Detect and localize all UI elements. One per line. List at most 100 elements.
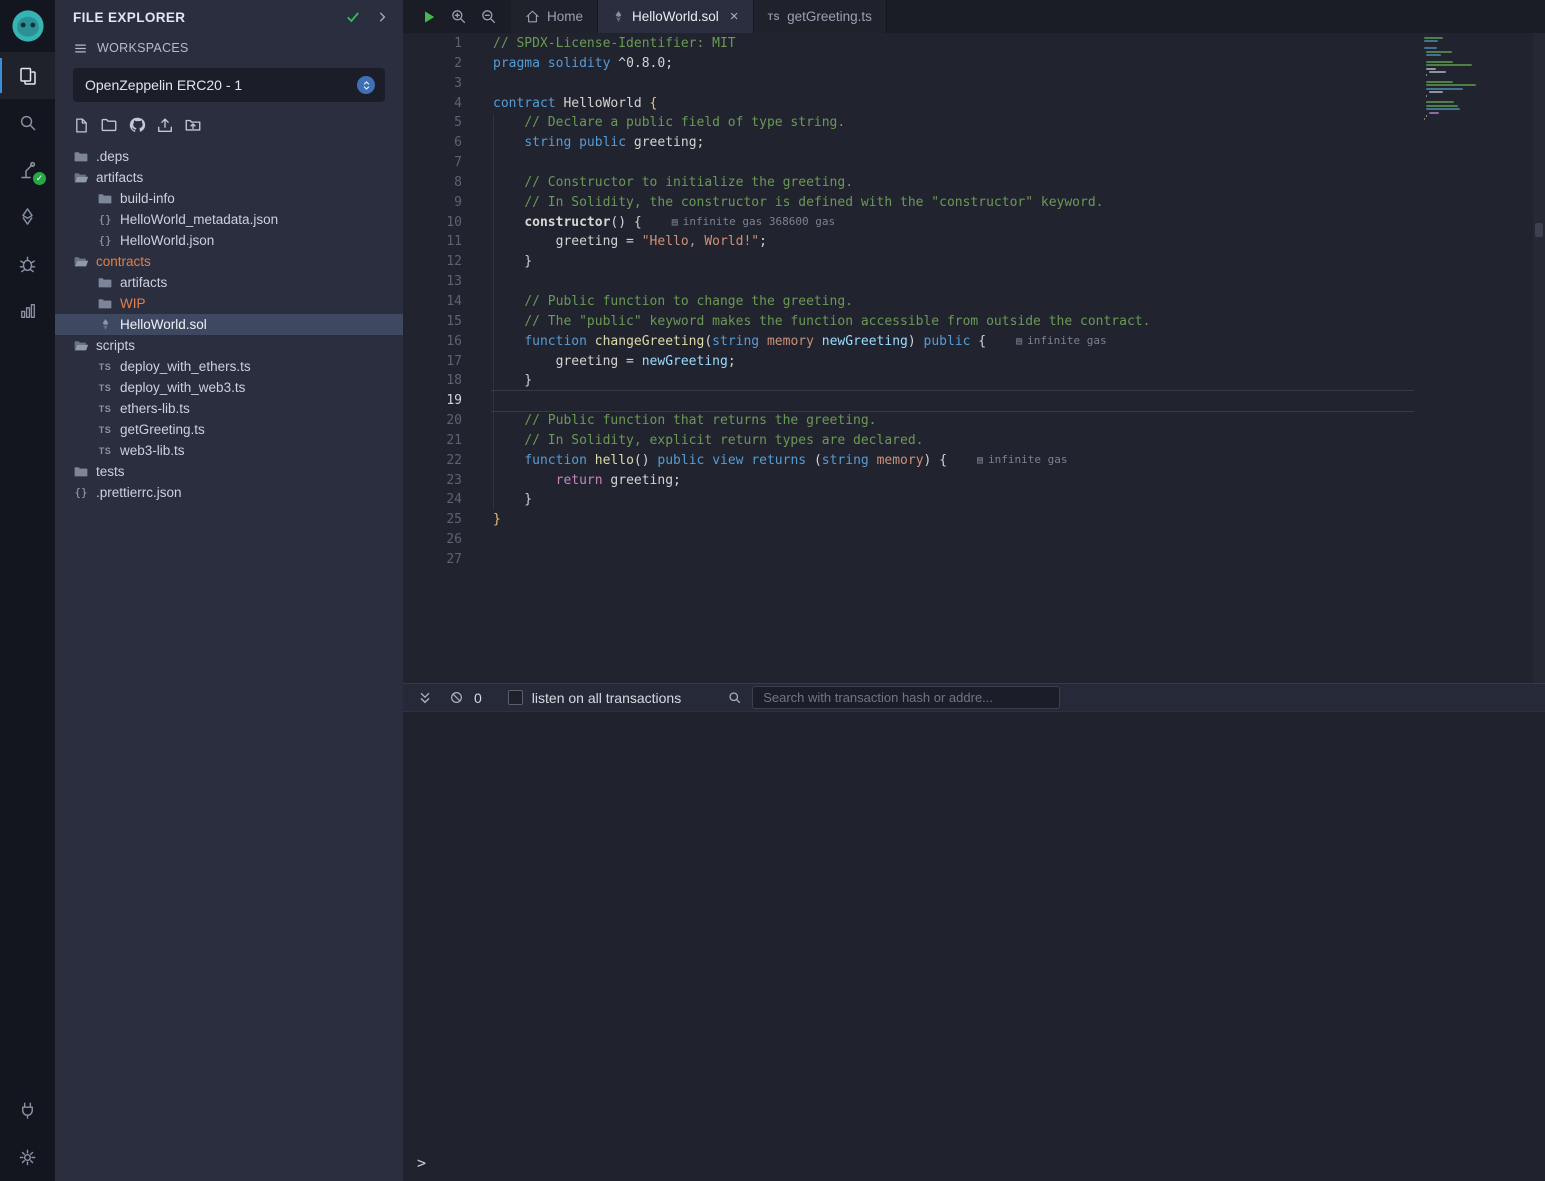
code-line-19[interactable]: 19	[403, 391, 1414, 411]
chevron-right-icon[interactable]	[375, 10, 389, 24]
activity-file-explorer[interactable]	[0, 52, 55, 99]
code-line-27[interactable]: 27	[403, 550, 1414, 570]
line-number: 8	[403, 173, 462, 193]
clear-console-icon[interactable]	[449, 690, 464, 705]
transaction-count: 0	[474, 690, 482, 706]
code-line-24[interactable]: 24 }	[403, 490, 1414, 510]
activity-search[interactable]	[0, 99, 55, 146]
workspace-selector[interactable]: OpenZeppelin ERC20 - 1	[73, 68, 385, 102]
deploy-run-icon	[18, 207, 37, 226]
tab-getGreeting.ts[interactable]: TSgetGreeting.ts	[754, 0, 887, 33]
file-name: scripts	[96, 338, 135, 353]
scrollbar-thumb[interactable]	[1535, 223, 1543, 237]
code-line-18[interactable]: 18 }	[403, 371, 1414, 391]
code-line-23[interactable]: 23 return greeting;	[403, 471, 1414, 491]
zoom-out-button[interactable]	[480, 8, 497, 25]
terminal[interactable]: >	[403, 712, 1545, 1181]
upload-file-button[interactable]	[156, 116, 174, 134]
tree-item-HelloWorld_metadata.json[interactable]: {} HelloWorld_metadata.json	[55, 209, 403, 230]
json-icon: {}	[97, 213, 113, 226]
tree-item-build-info[interactable]: build-info	[55, 188, 403, 209]
activity-deploy-run[interactable]	[0, 193, 55, 240]
gas-estimate-lens: ▤infinite gas	[1016, 331, 1107, 352]
ts-icon: TS	[97, 383, 113, 393]
close-tab-icon[interactable]: ×	[730, 8, 739, 25]
tree-item-web3-lib.ts[interactable]: TSweb3-lib.ts	[55, 440, 403, 461]
file-name: HelloWorld_metadata.json	[120, 212, 278, 227]
line-text	[462, 272, 493, 292]
tree-item-ethers-lib.ts[interactable]: TSethers-lib.ts	[55, 398, 403, 419]
code-area: 1// SPDX-License-Identifier: MIT2pragma …	[403, 33, 1545, 570]
settings-icon	[18, 1148, 37, 1167]
code-line-2[interactable]: 2pragma solidity ^0.8.0;	[403, 54, 1414, 74]
code-line-20[interactable]: 20 // Public function that returns the g…	[403, 411, 1414, 431]
line-number: 17	[403, 352, 462, 372]
remix-logo-icon[interactable]	[0, 0, 55, 52]
accept-check-icon[interactable]	[345, 9, 361, 25]
code-line-4[interactable]: 4contract HelloWorld {	[403, 94, 1414, 114]
code-line-17[interactable]: 17 greeting = newGreeting;	[403, 352, 1414, 372]
tree-item-deploy_with_web3.ts[interactable]: TSdeploy_with_web3.ts	[55, 377, 403, 398]
code-line-11[interactable]: 11 greeting = "Hello, World!";	[403, 232, 1414, 252]
code-line-10[interactable]: 10 constructor() {▤infinite gas 368600 g…	[403, 213, 1414, 233]
new-folder-button[interactable]	[100, 116, 118, 134]
code-line-3[interactable]: 3	[403, 74, 1414, 94]
tree-item-WIP[interactable]: WIP	[55, 293, 403, 314]
folder-icon	[73, 464, 89, 480]
activity-plugin[interactable]	[0, 1087, 55, 1134]
tree-item-deploy_with_ethers.ts[interactable]: TSdeploy_with_ethers.ts	[55, 356, 403, 377]
code-line-14[interactable]: 14 // Public function to change the gree…	[403, 292, 1414, 312]
activity-plugin-manager[interactable]	[0, 287, 55, 334]
tree-item-contracts[interactable]: contracts	[55, 251, 403, 272]
tree-item-artifacts[interactable]: artifacts	[55, 167, 403, 188]
github-button[interactable]	[128, 116, 146, 134]
listen-transactions-checkbox[interactable]	[508, 690, 523, 705]
code-line-1[interactable]: 1// SPDX-License-Identifier: MIT	[403, 34, 1414, 54]
line-text: function hello() public view returns (st…	[462, 451, 947, 471]
line-text: }	[462, 371, 532, 391]
tree-item-scripts[interactable]: scripts	[55, 335, 403, 356]
tree-item-artifacts[interactable]: artifacts	[55, 272, 403, 293]
code-line-8[interactable]: 8 // Constructor to initialize the greet…	[403, 173, 1414, 193]
code-line-9[interactable]: 9 // In Solidity, the constructor is def…	[403, 193, 1414, 213]
expand-terminal-icon[interactable]	[417, 690, 433, 706]
transaction-search-input[interactable]	[752, 686, 1060, 709]
tree-item-HelloWorld.sol[interactable]: HelloWorld.sol	[55, 314, 403, 335]
listen-transactions-label: listen on all transactions	[532, 690, 681, 706]
activity-settings[interactable]	[0, 1134, 55, 1181]
code-line-26[interactable]: 26	[403, 530, 1414, 550]
code-line-22[interactable]: 22 function hello() public view returns …	[403, 451, 1414, 471]
zoom-in-button[interactable]	[450, 8, 467, 25]
tree-item-.prettierrc.json[interactable]: {}.prettierrc.json	[55, 482, 403, 503]
line-number: 11	[403, 232, 462, 252]
tree-item-HelloWorld.json[interactable]: {}HelloWorld.json	[55, 230, 403, 251]
activity-solidity-compiler[interactable]: ✓	[0, 146, 55, 193]
code-editor[interactable]: 1// SPDX-License-Identifier: MIT2pragma …	[403, 33, 1545, 683]
tree-item-getGreeting.ts[interactable]: TSgetGreeting.ts	[55, 419, 403, 440]
tree-item-tests[interactable]: tests	[55, 461, 403, 482]
upload-folder-button[interactable]	[184, 116, 202, 134]
minimap[interactable]	[1424, 37, 1500, 129]
code-line-25[interactable]: 25}	[403, 510, 1414, 530]
code-line-21[interactable]: 21 // In Solidity, explicit return types…	[403, 431, 1414, 451]
tree-item-.deps[interactable]: .deps	[55, 146, 403, 167]
editor-scrollbar[interactable]	[1533, 33, 1545, 683]
tab-HelloWorld.sol[interactable]: HelloWorld.sol×	[598, 0, 754, 33]
line-text: // Constructor to initialize the greetin…	[462, 173, 853, 193]
code-line-7[interactable]: 7	[403, 153, 1414, 173]
code-line-13[interactable]: 13	[403, 272, 1414, 292]
line-number: 26	[403, 530, 462, 550]
line-number: 22	[403, 451, 462, 471]
code-line-15[interactable]: 15 // The "public" keyword makes the fun…	[403, 312, 1414, 332]
code-line-16[interactable]: 16 function changeGreeting(string memory…	[403, 332, 1414, 352]
code-line-5[interactable]: 5 // Declare a public field of type stri…	[403, 113, 1414, 133]
new-file-button[interactable]	[73, 116, 90, 134]
tab-Home[interactable]: Home	[511, 0, 598, 33]
run-script-button[interactable]	[421, 9, 437, 25]
folder-icon	[97, 191, 113, 207]
line-number: 21	[403, 431, 462, 451]
activity-debugger[interactable]	[0, 240, 55, 287]
code-line-6[interactable]: 6 string public greeting;	[403, 133, 1414, 153]
code-line-12[interactable]: 12 }	[403, 252, 1414, 272]
hamburger-menu-icon[interactable]	[73, 41, 88, 56]
